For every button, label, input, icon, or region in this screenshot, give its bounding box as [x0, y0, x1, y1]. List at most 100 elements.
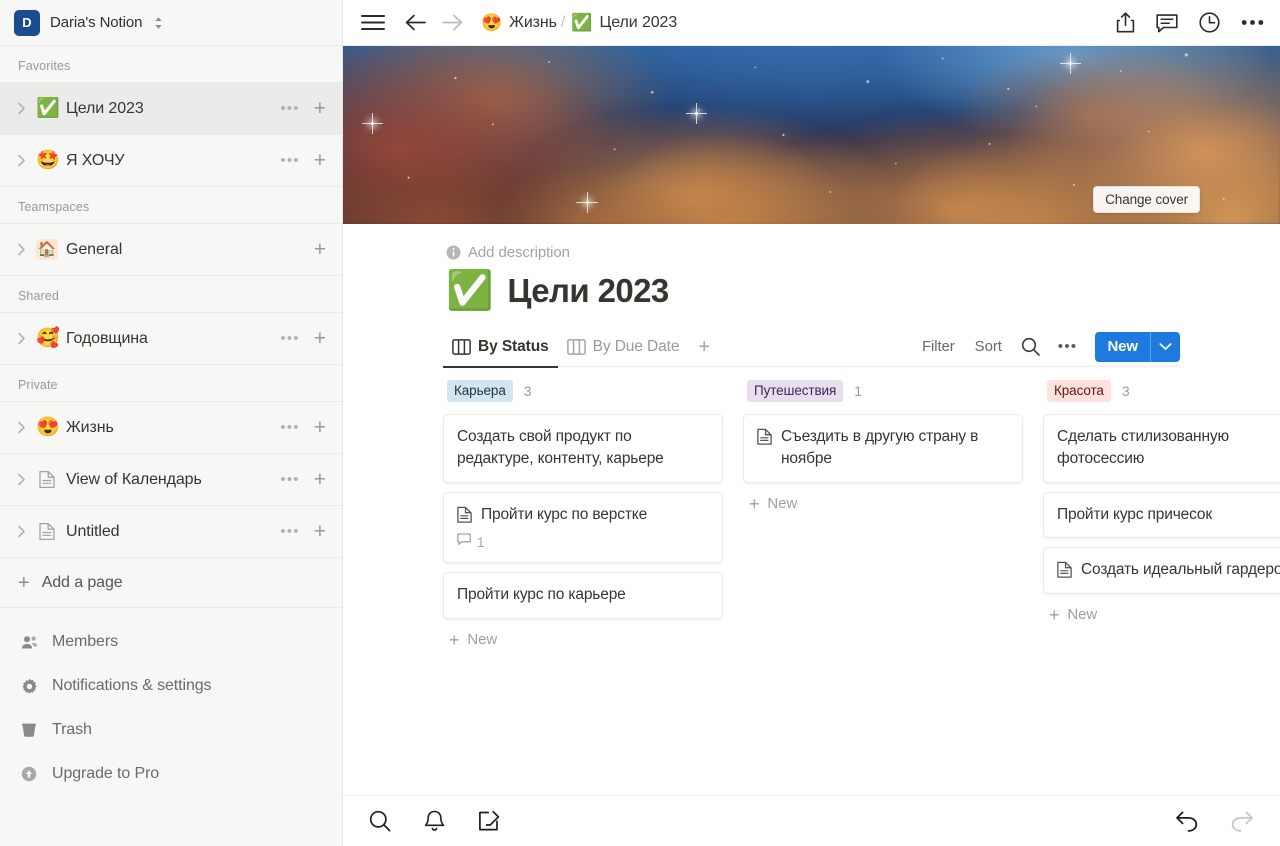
more-icon[interactable]: •••: [1049, 338, 1087, 355]
board-card[interactable]: Создать свой продукт по редактуре, конте…: [443, 414, 723, 483]
comment-icon: [457, 533, 471, 551]
sidebar-item-general[interactable]: 🏠 General +: [0, 224, 342, 276]
board-card[interactable]: Съездить в другую страну в ноябре: [743, 414, 1023, 483]
gear-icon: [19, 678, 39, 695]
star-icon: [362, 113, 383, 134]
sidebar-item-ya-hochu[interactable]: 🤩 Я ХОЧУ ••• +: [0, 135, 342, 187]
chevron-right-icon[interactable]: [14, 421, 28, 434]
more-icon[interactable]: •••: [280, 101, 299, 116]
column-header[interactable]: Путешествия 1: [743, 379, 1023, 403]
breadcrumb-item-zhizn[interactable]: 😍 Жизнь: [481, 14, 557, 32]
plus-icon: +: [449, 629, 460, 650]
more-icon[interactable]: [1241, 19, 1264, 26]
sidebar-item-trash[interactable]: Trash: [0, 708, 342, 752]
plus-icon[interactable]: +: [314, 469, 326, 490]
more-icon[interactable]: •••: [280, 331, 299, 346]
chevron-right-icon[interactable]: [14, 243, 28, 256]
workspace-switcher[interactable]: D Daria's Notion: [0, 0, 342, 46]
board-card[interactable]: Пройти курс по карьере: [443, 572, 723, 619]
sidebar-item-untitled[interactable]: Untitled ••• +: [0, 506, 342, 558]
sort-button[interactable]: Sort: [965, 338, 1012, 355]
chevron-right-icon[interactable]: [14, 154, 28, 167]
page-cover-image[interactable]: Change cover: [343, 46, 1280, 224]
section-label-private: Private: [18, 378, 58, 392]
sidebar-item-label: View of Календарь: [66, 470, 202, 488]
column-header[interactable]: Красота 3: [1043, 379, 1280, 403]
plus-icon[interactable]: +: [314, 521, 326, 542]
card-title: Съездить в другую страну в ноябре: [781, 428, 979, 468]
workspace-name: Daria's Notion: [50, 14, 143, 31]
add-page-button[interactable]: + Add a page: [0, 558, 342, 608]
sidebar-item-view-of-kalendar[interactable]: View of Календарь ••• +: [0, 454, 342, 506]
hamburger-menu-icon[interactable]: [361, 14, 385, 31]
add-card-button[interactable]: + New: [743, 495, 1023, 513]
top-navigation-bar: 😍 Жизнь / ✅ Цели 2023: [343, 0, 1280, 46]
check-emoji[interactable]: ✅: [446, 272, 493, 310]
board-view-icon: [452, 338, 471, 355]
change-cover-button[interactable]: Change cover: [1093, 186, 1200, 213]
board-card[interactable]: Пройти курс причесок: [1043, 491, 1280, 539]
sidebar-item-upgrade-to-pro[interactable]: Upgrade to Pro: [0, 752, 342, 796]
add-description-button[interactable]: Add description: [446, 244, 1280, 261]
star-icon: [686, 103, 707, 124]
chevron-down-icon[interactable]: [1151, 342, 1180, 351]
plus-icon[interactable]: +: [314, 150, 326, 171]
sidebar-item-godovshchina[interactable]: 🥰 Годовщина ••• +: [0, 313, 342, 365]
breadcrumb-item-celi-2023[interactable]: ✅ Цели 2023: [571, 14, 677, 32]
sidebar-item-label: Untitled: [66, 522, 120, 540]
board-card[interactable]: Сделать стилизованную фотосессию: [1043, 414, 1280, 483]
sidebar-item-members[interactable]: Members: [0, 620, 342, 664]
card-comment-count: 1: [457, 533, 709, 551]
add-card-label: New: [1067, 606, 1098, 624]
sidebar-item-label: Trash: [52, 721, 92, 738]
more-icon[interactable]: •••: [280, 420, 299, 435]
card-list: Съездить в другую страну в ноябре: [743, 414, 1023, 483]
status-badge: Красота: [1047, 379, 1111, 403]
back-arrow-icon[interactable]: [405, 14, 426, 31]
house-emoji: 🏠: [36, 239, 58, 260]
tab-by-status[interactable]: By Status: [443, 327, 558, 368]
chevron-right-icon[interactable]: [14, 332, 28, 345]
page-title[interactable]: ✅ Цели 2023: [446, 272, 1280, 310]
comment-icon[interactable]: [1156, 13, 1178, 33]
chevron-right-icon[interactable]: [14, 102, 28, 115]
filter-button[interactable]: Filter: [912, 338, 965, 355]
more-icon[interactable]: •••: [280, 472, 299, 487]
page-title-text[interactable]: Цели 2023: [507, 272, 669, 310]
add-card-button[interactable]: + New: [443, 631, 723, 649]
page-icon: [457, 506, 473, 523]
sidebar-item-label: Members: [52, 633, 118, 650]
plus-icon[interactable]: +: [314, 417, 326, 438]
plus-icon[interactable]: +: [314, 239, 326, 260]
chevron-right-icon[interactable]: [14, 525, 28, 538]
board-card[interactable]: Создать идеальный гардероб: [1043, 547, 1280, 594]
undo-icon[interactable]: [1175, 810, 1199, 832]
bell-icon[interactable]: [424, 810, 445, 833]
add-card-button[interactable]: + New: [1043, 606, 1280, 624]
more-icon[interactable]: •••: [280, 524, 299, 539]
sidebar-item-notifications-settings[interactable]: Notifications & settings: [0, 664, 342, 708]
plus-icon[interactable]: +: [314, 328, 326, 349]
sidebar-item-zhizn[interactable]: 😍 Жизнь ••• +: [0, 402, 342, 454]
history-icon[interactable]: [1199, 12, 1220, 33]
add-card-label: New: [467, 631, 498, 649]
board-scroll-area[interactable]: Карьера 3 Создать свой продукт по редакт…: [443, 379, 1280, 795]
status-badge: Карьера: [447, 379, 513, 403]
search-icon[interactable]: [369, 810, 391, 832]
sidebar-item-label: Я ХОЧУ: [66, 151, 125, 169]
search-icon[interactable]: [1012, 337, 1049, 356]
add-view-button[interactable]: +: [698, 337, 710, 357]
share-icon[interactable]: [1116, 12, 1135, 33]
compose-icon[interactable]: [478, 810, 500, 832]
sidebar-item-celi-2023[interactable]: ✅ Цели 2023 ••• +: [0, 83, 342, 135]
more-icon[interactable]: •••: [280, 153, 299, 168]
tab-by-due-date[interactable]: By Due Date: [558, 327, 689, 367]
column-header[interactable]: Карьера 3: [443, 379, 723, 403]
column-count: 1: [854, 383, 862, 399]
new-button[interactable]: New: [1095, 331, 1180, 362]
forward-arrow-icon[interactable]: [442, 14, 463, 31]
plus-icon[interactable]: +: [314, 98, 326, 119]
board-card[interactable]: Пройти курс по верстке 1: [443, 491, 723, 564]
chevron-right-icon[interactable]: [14, 473, 28, 486]
redo-icon[interactable]: [1230, 810, 1254, 832]
